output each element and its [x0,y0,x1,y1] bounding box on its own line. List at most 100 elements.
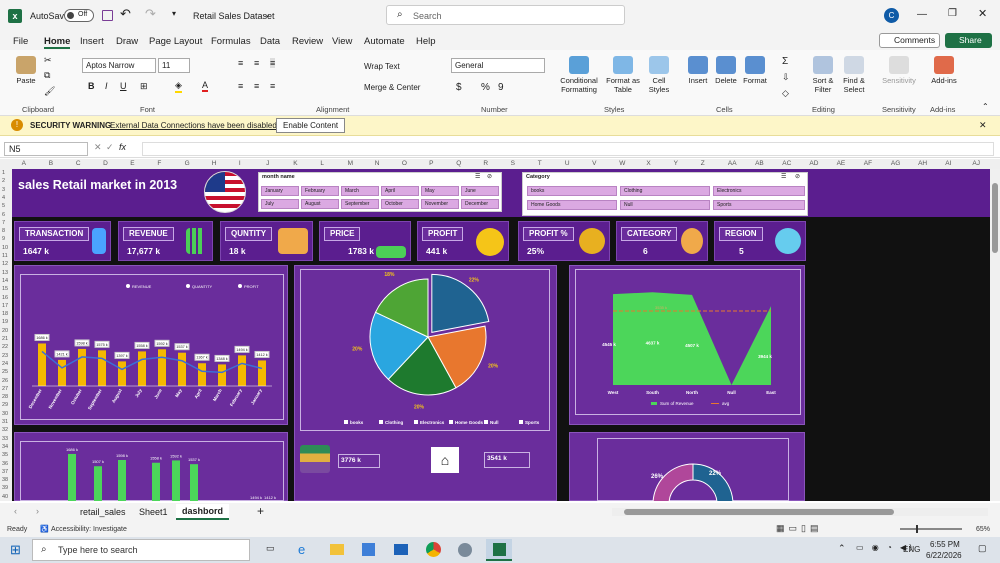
zoom-slider[interactable] [900,525,962,533]
percent-icon[interactable]: % [481,82,490,93]
minimize-icon[interactable]: — [917,9,927,20]
column-header[interactable]: L [320,160,324,167]
row-header[interactable]: 8 [2,228,5,234]
number-format-select[interactable]: General [451,58,545,73]
column-header[interactable]: AD [809,160,818,167]
tray-chevron-icon[interactable]: ⌃ [838,543,846,554]
enable-content-button[interactable]: Enable Content [276,118,346,133]
tab-file[interactable]: File [13,36,28,47]
clear-icon[interactable]: ◇ [782,88,789,99]
cell-styles-button[interactable]: Cell Styles [644,56,674,94]
tab-help[interactable]: Help [416,36,436,47]
row-header[interactable]: 9 [2,236,5,242]
tab-insert[interactable]: Insert [80,36,104,47]
find-select-button[interactable]: Find & Select [838,56,870,94]
align-middle-icon[interactable]: ≡ [254,58,259,68]
column-header[interactable]: AG [891,160,900,167]
document-title[interactable]: Retail Sales Dataset [193,11,275,21]
row-header[interactable]: 38 [2,477,8,483]
undo-icon[interactable]: ↶ [120,6,131,22]
sort-filter-button[interactable]: Sort & Filter [808,56,838,94]
row-header[interactable]: 12 [2,261,8,267]
add-sheet-icon[interactable]: + [257,504,264,518]
font-size-select[interactable]: 11 [158,58,190,73]
row-header[interactable]: 35 [2,452,8,458]
close-window-icon[interactable]: ✕ [978,7,987,20]
row-header[interactable]: 15 [2,286,8,292]
close-warning-icon[interactable]: ✕ [979,120,987,131]
font-color-icon[interactable]: A [202,80,209,92]
cancel-formula-icon[interactable]: ✕ [94,142,102,153]
tab-formulas[interactable]: Formulas [211,36,251,47]
underline-icon[interactable]: U [120,81,127,91]
column-header[interactable]: O [402,160,407,167]
tab-automate[interactable]: Automate [364,36,405,47]
tab-home[interactable]: Home [44,36,71,49]
row-header[interactable]: 26 [2,378,8,384]
excel-taskbar-icon[interactable] [486,539,512,561]
delete-cells-button[interactable]: Delete [712,56,740,85]
row-header[interactable]: 34 [2,444,8,450]
enter-formula-icon[interactable]: ✓ [106,142,114,153]
column-header[interactable]: AB [755,160,764,167]
column-header[interactable]: K [293,160,297,167]
title-chevron-icon[interactable]: ⌄ [264,10,271,19]
align-center-icon[interactable]: ≡ [254,81,259,91]
file-explorer-icon[interactable] [330,544,344,555]
windows-start-icon[interactable]: ⊞ [10,542,21,558]
row-header[interactable]: 11 [2,253,8,259]
column-header[interactable]: J [266,160,269,167]
row-header[interactable]: 36 [2,461,8,467]
column-header[interactable]: B [49,160,53,167]
redo-icon[interactable]: ↷ [145,6,156,22]
column-header[interactable]: AA [728,160,737,167]
accessibility-status[interactable]: Accessibility: Investigate [51,526,127,533]
save-icon[interactable] [102,10,113,21]
paste-button[interactable]: Paste [12,56,40,85]
category-item-books[interactable]: books [527,186,617,196]
month-item-february[interactable]: February [301,186,339,196]
category-item-home-goods[interactable]: Home Goods [527,200,617,210]
row-header[interactable]: 16 [2,295,8,301]
store-icon[interactable] [362,543,375,556]
column-header[interactable]: S [511,160,515,167]
share-button[interactable]: Share [945,33,992,48]
row-header[interactable]: 5 [2,203,5,209]
mail-icon[interactable] [394,544,408,555]
restore-icon[interactable]: ❐ [948,8,957,19]
column-header[interactable]: T [538,160,542,167]
row-header[interactable]: 40 [2,494,8,500]
tab-view[interactable]: View [332,36,352,47]
month-item-june[interactable]: June [461,186,499,196]
category-item-null[interactable]: Null [620,200,710,210]
sheet-tab-retail-sales[interactable]: retail_sales [80,507,126,517]
cut-icon[interactable]: ✂ [44,55,52,66]
comments-button[interactable]: Comments [879,33,940,48]
row-header[interactable]: 32 [2,427,8,433]
month-item-december[interactable]: December [461,199,499,209]
next-sheet-icon[interactable]: › [36,506,39,516]
sensitivity-button[interactable]: Sensitivity [880,56,918,85]
zoom-level[interactable]: 65% [976,526,990,533]
prev-sheet-icon[interactable]: ‹ [14,506,17,516]
horizontal-scrollbar[interactable] [612,508,988,516]
column-header[interactable]: M [348,160,353,167]
collapse-ribbon-icon[interactable]: ⌃ [982,102,989,111]
row-header[interactable]: 21 [2,336,8,342]
column-header[interactable]: R [483,160,488,167]
align-top-icon[interactable]: ≡ [238,58,243,68]
align-right-icon[interactable]: ≡ [270,81,275,91]
row-header[interactable]: 14 [2,278,8,284]
row-header[interactable]: 28 [2,394,8,400]
align-bottom-icon[interactable]: ≡ [270,58,276,68]
column-header[interactable]: D [103,160,108,167]
vertical-scrollbar[interactable] [990,169,1000,501]
bold-icon[interactable]: B [88,81,95,91]
column-header[interactable]: AH [918,160,927,167]
month-item-november[interactable]: November [421,199,459,209]
user-avatar[interactable]: C [884,8,899,23]
multi-select-icon[interactable]: ☰ [781,173,786,180]
row-header[interactable]: 33 [2,436,8,442]
category-item-sports[interactable]: Sports [713,200,805,210]
search-box[interactable]: ⌕ Search [386,5,625,25]
